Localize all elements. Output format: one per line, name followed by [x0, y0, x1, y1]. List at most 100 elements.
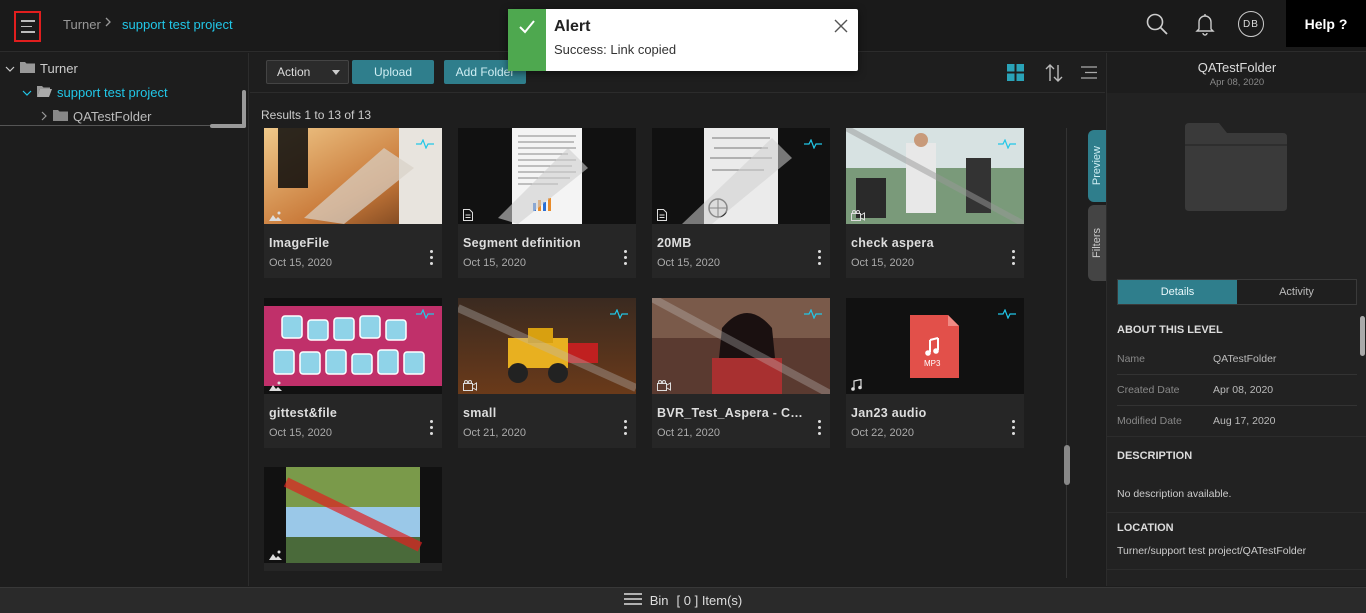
action-dropdown[interactable]: Action	[266, 60, 349, 84]
tab-filters-label: Filters	[1091, 228, 1103, 258]
menu-icon[interactable]	[623, 593, 642, 608]
divider	[1107, 512, 1366, 513]
location-heading: LOCATION	[1117, 522, 1174, 534]
more-options-icon[interactable]	[1012, 250, 1015, 265]
asset-date: Oct 15, 2020	[657, 257, 720, 269]
divider	[1117, 374, 1357, 375]
tab-filters[interactable]: Filters	[1088, 205, 1106, 281]
more-options-icon[interactable]	[624, 250, 627, 265]
bin-count: [ 0 ] Item(s)	[676, 593, 743, 608]
divider	[1117, 405, 1357, 406]
alert-toast: Alert Success: Link copied	[508, 9, 858, 71]
grid-view-icon[interactable]	[1007, 64, 1024, 86]
mp3-label: MP3	[924, 359, 941, 368]
asset-date: Oct 22, 2020	[851, 427, 914, 439]
about-heading: ABOUT THIS LEVEL	[1117, 324, 1223, 336]
asset-card[interactable]: check aspera Oct 15, 2020	[846, 128, 1024, 278]
asset-card[interactable]: BVR_Test_Aspera - Copy... Oct 21, 2020	[652, 298, 830, 448]
asset-card[interactable]: small Oct 21, 2020	[458, 298, 636, 448]
asset-card[interactable]: gittest&file Oct 15, 2020	[264, 298, 442, 448]
bell-icon[interactable]	[1195, 12, 1215, 41]
chevron-down-icon[interactable]	[22, 85, 32, 100]
divider	[1107, 569, 1366, 570]
caret-down-icon	[332, 70, 340, 75]
tree-divider	[0, 125, 244, 126]
details-title: QATestFolder	[1197, 60, 1277, 75]
asset-card[interactable]: 20MB Oct 15, 2020	[652, 128, 830, 278]
asset-date: Oct 15, 2020	[851, 257, 914, 269]
tree-scrollbar-vertical[interactable]	[242, 90, 246, 128]
details-date: Apr 08, 2020	[1209, 77, 1265, 88]
asset-date: Oct 15, 2020	[269, 257, 332, 269]
asset-thumbnail	[458, 128, 636, 224]
grid-scrollbar[interactable]	[1064, 445, 1070, 485]
folder-open-icon	[37, 85, 52, 100]
pulse-icon	[998, 306, 1016, 324]
asset-card[interactable]	[264, 467, 442, 571]
more-options-icon[interactable]	[624, 420, 627, 435]
tab-preview-label: Preview	[1091, 146, 1103, 186]
more-options-icon[interactable]	[1012, 420, 1015, 435]
asset-date: Oct 15, 2020	[463, 257, 526, 269]
tree-scrollbar-horizontal[interactable]	[210, 124, 246, 128]
folder-icon	[20, 61, 35, 76]
tree-item-label: support test project	[57, 85, 168, 100]
details-scrollbar[interactable]	[1360, 316, 1365, 356]
asset-card[interactable]: MP3 Jan23 audio Oct 22, 2020	[846, 298, 1024, 448]
user-avatar[interactable]: DB	[1238, 11, 1264, 37]
tree-item-qatestfolder[interactable]: QATestFolder	[40, 109, 152, 124]
tree-item-support-test-project[interactable]: support test project	[22, 85, 168, 100]
tab-details[interactable]: Details	[1118, 280, 1237, 304]
tree-item-turner[interactable]: Turner	[5, 61, 78, 76]
asset-name: 20MB	[657, 236, 692, 250]
pulse-icon	[610, 306, 628, 324]
details-tabs: Details Activity	[1117, 279, 1357, 305]
upload-button[interactable]: Upload	[352, 60, 434, 84]
help-button[interactable]: Help ?	[1286, 0, 1366, 47]
tab-preview[interactable]: Preview	[1088, 130, 1106, 202]
list-view-icon[interactable]	[1081, 66, 1097, 84]
asset-grid-panel: Action Upload Add Folder Results 1 to 13…	[250, 53, 1106, 586]
breadcrumb-turner[interactable]: Turner	[63, 17, 101, 32]
breadcrumb-support-test-project[interactable]: support test project	[122, 17, 233, 32]
chevron-right-icon	[104, 15, 112, 31]
search-icon[interactable]	[1145, 12, 1169, 41]
chevron-down-icon[interactable]	[5, 61, 15, 76]
field-label: Modified Date	[1117, 415, 1182, 427]
close-icon[interactable]	[834, 19, 848, 38]
alert-message: Success: Link copied	[554, 42, 677, 57]
pulse-icon	[804, 306, 822, 324]
asset-name: BVR_Test_Aspera - Copy...	[657, 406, 807, 420]
pulse-icon	[804, 136, 822, 154]
hamburger-menu-icon[interactable]	[14, 11, 41, 42]
details-header: QATestFolder Apr 08, 2020	[1107, 53, 1366, 93]
bin-bar[interactable]: Bin [ 0 ] Item(s)	[0, 587, 1366, 613]
sort-icon[interactable]	[1045, 63, 1063, 88]
asset-thumbnail	[264, 467, 442, 563]
alert-title: Alert	[554, 18, 591, 35]
folder-icon	[1185, 123, 1289, 216]
results-count: Results 1 to 13 of 13	[261, 108, 372, 122]
pulse-icon	[416, 306, 434, 324]
folder-icon	[53, 109, 68, 124]
more-options-icon[interactable]	[818, 250, 821, 265]
asset-card[interactable]: Segment definition Oct 15, 2020	[458, 128, 636, 278]
bin-label: Bin	[649, 593, 669, 608]
more-options-icon[interactable]	[430, 420, 433, 435]
asset-name: check aspera	[851, 236, 934, 250]
action-label: Action	[277, 65, 311, 79]
asset-card[interactable]: ImageFile Oct 15, 2020	[264, 128, 442, 278]
pulse-icon	[998, 136, 1016, 154]
asset-name: ImageFile	[269, 236, 330, 250]
asset-date: Oct 15, 2020	[269, 427, 332, 439]
asset-date: Oct 21, 2020	[657, 427, 720, 439]
asset-date: Oct 21, 2020	[463, 427, 526, 439]
folder-tree-panel: Turner support test project QATestFolder	[0, 53, 249, 586]
asset-name: Jan23 audio	[851, 406, 927, 420]
more-options-icon[interactable]	[430, 250, 433, 265]
tab-activity[interactable]: Activity	[1237, 280, 1356, 304]
chevron-right-icon[interactable]	[40, 109, 48, 124]
asset-name: gittest&file	[269, 406, 338, 420]
more-options-icon[interactable]	[818, 420, 821, 435]
location-text: Turner/support test project/QATestFolder	[1117, 545, 1307, 557]
